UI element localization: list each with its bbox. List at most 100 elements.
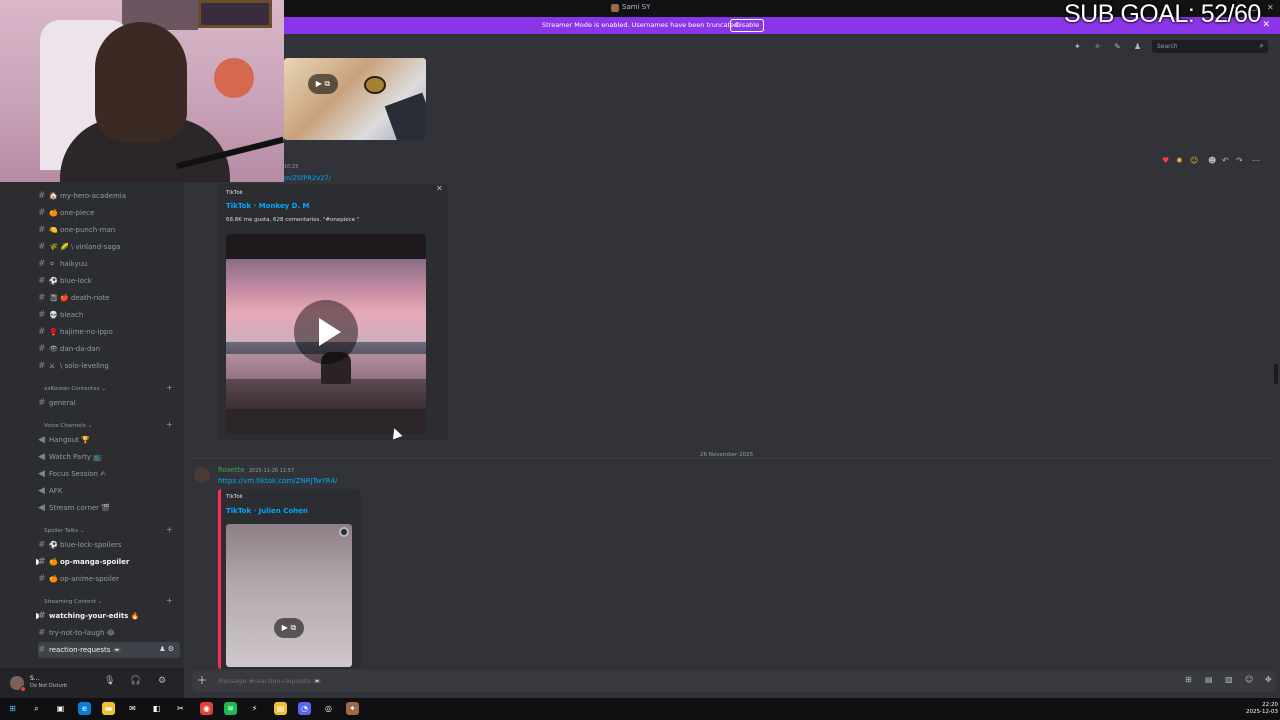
more-options-icon[interactable]: ⋯ (1252, 156, 1260, 165)
notification-bell-icon[interactable]: ✧ (1094, 42, 1101, 51)
channel-hajime-no-ippo[interactable]: # 🥊 hajime-no-ippo (38, 324, 180, 340)
app-icon[interactable]: ⚡ (248, 702, 261, 715)
reaction-laugh-icon[interactable]: ☺ (1190, 156, 1198, 165)
embed-title[interactable]: TikTok · Julien Cohen (226, 507, 308, 515)
taskbar-clock[interactable]: 22:20 2025-12-03 (1246, 702, 1278, 716)
add-channel-icon[interactable]: + (166, 420, 173, 429)
channel-try-not-to-laugh[interactable]: # try-not-to-laugh 😂 (38, 625, 180, 641)
disable-button[interactable]: Disable (730, 19, 765, 32)
add-channel-icon[interactable]: + (166, 596, 173, 605)
channel-label: reaction-requests 📼 (49, 646, 122, 654)
add-channel-icon[interactable]: + (166, 525, 173, 534)
forward-icon[interactable]: ↷ (1236, 156, 1243, 165)
channel-one-piece[interactable]: # 🍊 one-piece (38, 205, 180, 221)
obs-icon[interactable]: ◎ (322, 702, 335, 715)
windows-start-icon[interactable]: ⊞ (6, 702, 19, 715)
app-icon[interactable]: ✂ (174, 702, 187, 715)
username[interactable]: S... (30, 675, 40, 682)
reply-icon[interactable]: ↶ (1222, 156, 1229, 165)
voice-channel-stream-corner[interactable]: ◀ Stream corner 🎬 (38, 500, 180, 516)
channel-op-anime-spoiler[interactable]: # 🍊 op-anime-spoiler (38, 571, 180, 587)
mail-icon[interactable]: ✉ (126, 702, 139, 715)
emoji-icon[interactable]: ☺ (1245, 675, 1253, 684)
member-list-icon[interactable]: ♟ (1134, 42, 1141, 51)
channel-dan-da-dan[interactable]: # 👁 dan-da-dan (38, 341, 180, 357)
video-thumbnail-top[interactable]: ▶ ⧉ (284, 58, 426, 140)
channel-settings-icon[interactable]: ♟ ⚙ (159, 645, 174, 653)
threads-icon[interactable]: ✦ (1074, 42, 1081, 51)
channel-haikyuu[interactable]: # ⚪ haikyuu (38, 256, 180, 272)
reaction-heart-icon[interactable]: ♥ (1162, 156, 1169, 165)
channel-op-manga-spoiler[interactable]: # 🍊 op-manga-spoiler (38, 554, 180, 570)
category-spoiler-talks[interactable]: Spoiler Talks ⌄ (44, 528, 85, 534)
channel-label: 🍎 death-note (60, 294, 110, 302)
channel-blue-lock[interactable]: # ⚽ blue-lock (38, 273, 180, 289)
microphone-icon[interactable]: 🎙 (104, 676, 115, 686)
category-korean-content[interactable]: xxKorean Contentxx ⌄ (44, 386, 106, 392)
voice-channel-hangout[interactable]: ◀ Hangout 🏆 (38, 432, 180, 448)
avatar[interactable] (194, 467, 210, 483)
sticker-icon[interactable]: ▧ (1225, 675, 1233, 684)
embed-title[interactable]: TikTok · Monkey D. M (226, 202, 310, 210)
app-icon[interactable]: ◧ (150, 702, 163, 715)
play-icon[interactable]: ▶ ⧉ (274, 618, 304, 638)
apps-icon[interactable]: ✥ (1265, 675, 1272, 684)
channel-label: one-punch-man (60, 226, 116, 234)
tiktok-video-2[interactable]: ▶ ⧉ (226, 524, 352, 667)
play-icon[interactable] (294, 300, 358, 364)
reaction-fire-icon[interactable]: ✹ (1176, 156, 1183, 165)
close-window-button[interactable]: ✕ (1267, 3, 1274, 12)
channel-label: dan-da-dan (60, 345, 101, 353)
app-icon[interactable]: ✦ (346, 702, 359, 715)
add-attachment-icon[interactable]: + (197, 673, 207, 687)
settings-gear-icon[interactable]: ⚙ (158, 676, 166, 686)
pin-icon[interactable]: ✎ (1114, 42, 1121, 51)
headphones-icon[interactable]: 🎧 (130, 676, 141, 686)
channel-bleach[interactable]: # 💀 bleach (38, 307, 180, 323)
category-voice-channels[interactable]: Voice Channels ⌄ (44, 423, 92, 429)
channel-one-punch-man[interactable]: # 🍋 one-punch-man (38, 222, 180, 238)
voice-channel-afk[interactable]: ◀ AFK (38, 483, 180, 499)
banner-message: Streamer Mode is enabled. Usernames have… (542, 21, 741, 29)
file-explorer-icon[interactable]: ▬ (102, 702, 115, 715)
channel-label: hajime-no-ippo (60, 328, 113, 336)
loading-icon (339, 527, 349, 537)
category-streaming-content[interactable]: Streaming Content ⌄ (44, 599, 102, 605)
add-channel-icon[interactable]: + (166, 383, 173, 392)
search-placeholder: Search (1157, 43, 1178, 50)
gift-icon[interactable]: ⊞ (1185, 675, 1192, 684)
channel-watching-your-edits[interactable]: # watching-your-edits 🔥 (38, 608, 180, 624)
banner-close-icon[interactable]: ✕ (1262, 20, 1270, 30)
channel-my-hero-academia[interactable]: # 🏠 my-hero-academia (38, 188, 180, 204)
spotify-icon[interactable]: ≋ (224, 702, 237, 715)
add-reaction-icon[interactable]: ☻ (1208, 156, 1216, 165)
message-author[interactable]: Roxette (218, 466, 245, 474)
discord-icon[interactable]: ◔ (298, 702, 311, 715)
edge-browser-icon[interactable]: e (78, 702, 91, 715)
channel-reaction-requests[interactable]: # reaction-requests 📼 ♟ ⚙ (38, 642, 180, 658)
search-icon[interactable]: ⌕ (30, 702, 43, 715)
play-icon[interactable]: ▶ ⧉ (308, 74, 338, 94)
message-link[interactable]: https://vm.tiktok.com/ZNRJTwYR4/ (218, 477, 337, 485)
scrollbar[interactable] (1274, 364, 1278, 384)
message-composer[interactable]: + Message #reaction-requests 📼 ⊞ ▤ ▧ ☺ ✥ (192, 670, 1276, 692)
channel-blue-lock-spoilers[interactable]: # ⚽ blue-lock-spoilers (38, 537, 180, 553)
channel-emoji: 🍊 (49, 209, 58, 217)
task-view-icon[interactable]: ▣ (54, 702, 67, 715)
message-link-partial[interactable]: m/ZSfPR2V27/ (284, 174, 331, 182)
tiktok-video-1[interactable] (226, 234, 426, 434)
notes-icon[interactable]: ▤ (274, 702, 287, 715)
channel-death-note[interactable]: # 📓 🍎 death-note (38, 290, 180, 306)
chrome-icon[interactable]: ◉ (200, 702, 213, 715)
channel-general[interactable]: # general (38, 395, 180, 411)
voice-channel-focus-session[interactable]: ◀ Focus Session ✍ (38, 466, 180, 482)
message-timestamp: 10:25 (284, 164, 299, 170)
channel-solo-leveling[interactable]: # ⚔ \ solo-leveling (38, 358, 180, 374)
voice-channel-watch-party[interactable]: ◀ Watch Party 📺 (38, 449, 180, 465)
embed-close-icon[interactable]: ✕ (436, 184, 443, 193)
search-box[interactable]: Search ⌕ (1152, 40, 1268, 53)
channel-vinland-saga[interactable]: # 🌾 🌽 \ vinland-saga (38, 239, 180, 255)
hash-icon: # (38, 361, 46, 371)
server-icon (611, 4, 619, 12)
gif-icon[interactable]: ▤ (1205, 675, 1213, 684)
